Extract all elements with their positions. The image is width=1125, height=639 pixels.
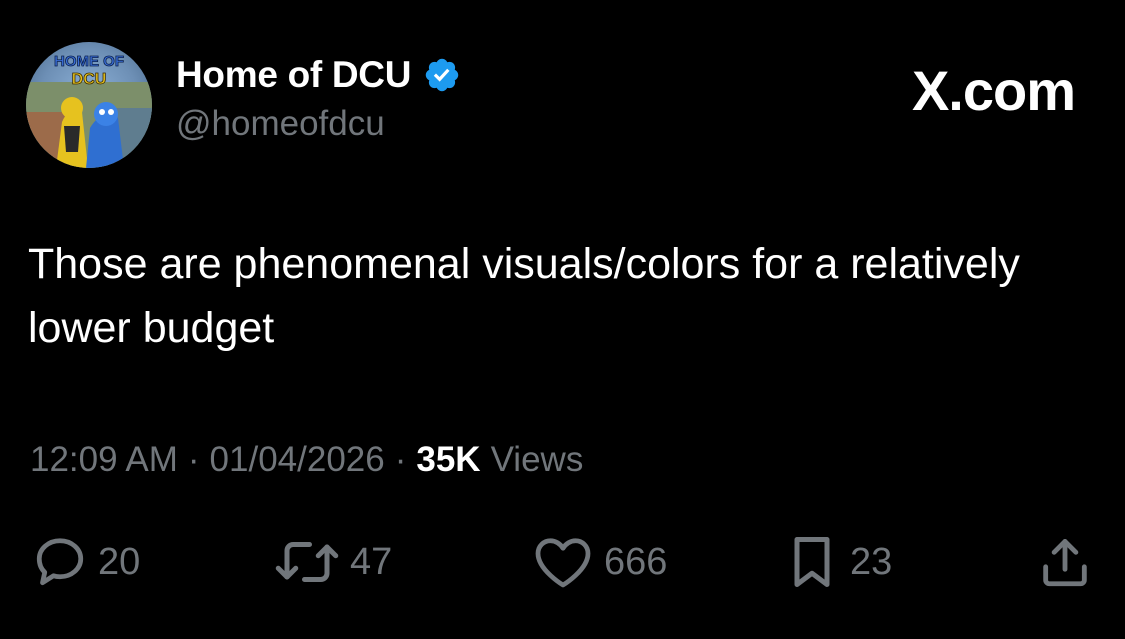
brand-logo: X.com [911,59,1076,122]
like-count: 666 [604,540,668,583]
avatar-image: HOME OF DCU [26,42,152,168]
meta-separator: · [187,440,200,479]
bookmark-icon [794,537,830,587]
tweet-date[interactable]: 01/04/2026 [210,440,385,480]
author-handle[interactable]: @homeofdcu [176,104,385,144]
like-button[interactable]: 666 [530,530,667,594]
reply-button[interactable]: 20 [30,530,140,594]
speech-bubble-icon [36,538,84,586]
meta-separator: · [394,440,407,479]
author-name-row[interactable]: Home of DCU [176,52,461,98]
repost-count: 47 [350,540,393,583]
bookmark-count: 23 [850,540,893,583]
share-button[interactable] [1036,530,1094,594]
avatar-logo-line1: HOME OF [54,53,124,70]
action-bar: 20 47 666 23 [0,530,1125,594]
verified-badge-icon [423,56,461,94]
tweet-time[interactable]: 12:09 AM [30,440,178,480]
avatar-logo-line2: DCU [72,71,107,88]
repost-arrows-icon [275,542,339,582]
display-name[interactable]: Home of DCU [176,54,411,96]
share-upload-icon [1043,539,1087,587]
heart-icon [535,538,591,588]
tweet-text: Those are phenomenal visuals/colors for … [28,240,1020,352]
views-label: Views [490,440,584,479]
avatar[interactable]: HOME OF DCU [26,42,152,168]
bookmark-button[interactable]: 23 [782,530,892,594]
tweet-meta: 12:09 AM · 01/04/2026 · 35K Views [30,440,583,480]
repost-button[interactable]: 47 [272,530,392,594]
views-count[interactable]: 35K [416,440,480,480]
reply-count: 20 [98,540,141,583]
